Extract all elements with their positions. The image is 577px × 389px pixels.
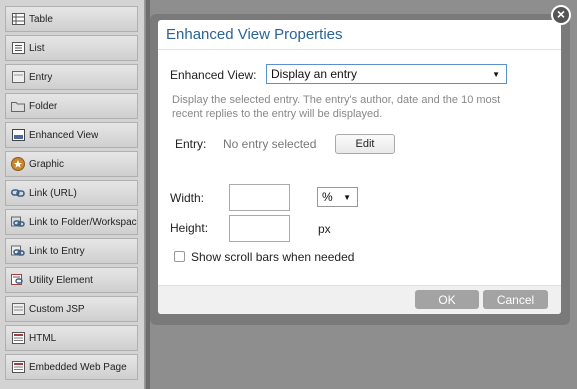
- dialog-title: Enhanced View Properties: [166, 26, 343, 43]
- enhanced-view-icon: [11, 128, 25, 142]
- html-icon: [11, 331, 25, 345]
- palette-item-utility-element[interactable]: Utility Element: [5, 267, 138, 293]
- palette-item-graphic[interactable]: Graphic: [5, 151, 138, 177]
- graphic-icon: [11, 157, 25, 171]
- width-unit-select[interactable]: % ▼: [317, 187, 358, 207]
- width-input[interactable]: [229, 184, 290, 211]
- title-divider: [158, 49, 561, 50]
- palette-item-label: Utility Element: [29, 274, 93, 286]
- palette-item-label: Embedded Web Page: [29, 361, 127, 373]
- enhanced-view-select[interactable]: Display an entry ▼: [266, 64, 507, 84]
- height-label: Height:: [170, 221, 209, 235]
- custom-jsp-icon: [11, 302, 25, 316]
- palette-item-label: Table: [29, 13, 53, 25]
- link-icon: [11, 244, 25, 258]
- palette-item-entry[interactable]: Entry: [5, 64, 138, 90]
- view-description: Display the selected entry. The entry's …: [172, 94, 501, 120]
- enhanced-view-dialog: Enhanced View Properties Enhanced View: …: [158, 20, 561, 314]
- dialog-footer: OK Cancel: [158, 285, 561, 314]
- palette-item-label: Custom JSP: [29, 303, 85, 315]
- palette-item-label: Link to Entry: [29, 245, 85, 257]
- palette-item-enhanced-view[interactable]: Enhanced View: [5, 122, 138, 148]
- ok-button[interactable]: OK: [415, 290, 479, 309]
- palette-item-label: List: [29, 42, 45, 54]
- entry-icon: [11, 70, 25, 84]
- height-input[interactable]: [229, 215, 290, 242]
- palette-item-custom-jsp[interactable]: Custom JSP: [5, 296, 138, 322]
- link-icon: [11, 186, 25, 200]
- chevron-down-icon: ▼: [343, 192, 351, 202]
- palette-item-list[interactable]: List: [5, 35, 138, 61]
- close-icon[interactable]: ×: [551, 5, 571, 25]
- element-palette: Table List Entry Folder Enhanced View Gr…: [0, 0, 145, 389]
- entry-label: Entry:: [175, 137, 207, 151]
- height-unit-label: px: [318, 222, 331, 236]
- palette-item-label: Folder: [29, 100, 58, 112]
- scrollbars-checkbox[interactable]: [174, 251, 185, 262]
- web-page-icon: [11, 360, 25, 374]
- width-unit-value: %: [322, 190, 333, 204]
- palette-item-html[interactable]: HTML: [5, 325, 138, 351]
- table-icon: [11, 12, 25, 26]
- folder-icon: [11, 99, 25, 113]
- width-label: Width:: [170, 191, 205, 205]
- enhanced-view-label: Enhanced View:: [170, 68, 257, 82]
- edit-button[interactable]: Edit: [335, 134, 395, 154]
- palette-item-link-url[interactable]: Link (URL): [5, 180, 138, 206]
- palette-item-label: Link (URL): [29, 187, 77, 199]
- palette-item-label: HTML: [29, 332, 57, 344]
- palette-item-link-entry[interactable]: Link to Entry: [5, 238, 138, 264]
- palette-item-label: Entry: [29, 71, 53, 83]
- chevron-down-icon: ▼: [492, 69, 500, 79]
- palette-item-link-folder-workspace[interactable]: Link to Folder/Workspace: [5, 209, 138, 235]
- enhanced-view-value: Display an entry: [271, 67, 358, 81]
- utility-icon: [11, 273, 25, 287]
- palette-item-folder[interactable]: Folder: [5, 93, 138, 119]
- scrollbars-label: Show scroll bars when needed: [191, 250, 355, 264]
- palette-item-label: Link to Folder/Workspace: [29, 216, 137, 228]
- link-icon: [11, 215, 25, 229]
- palette-item-table[interactable]: Table: [5, 6, 138, 32]
- palette-item-label: Graphic: [29, 158, 65, 170]
- palette-item-embedded-web-page[interactable]: Embedded Web Page: [5, 354, 138, 380]
- palette-item-label: Enhanced View: [29, 129, 99, 141]
- list-icon: [11, 41, 25, 55]
- cancel-button[interactable]: Cancel: [483, 290, 548, 309]
- entry-value: No entry selected: [223, 137, 317, 151]
